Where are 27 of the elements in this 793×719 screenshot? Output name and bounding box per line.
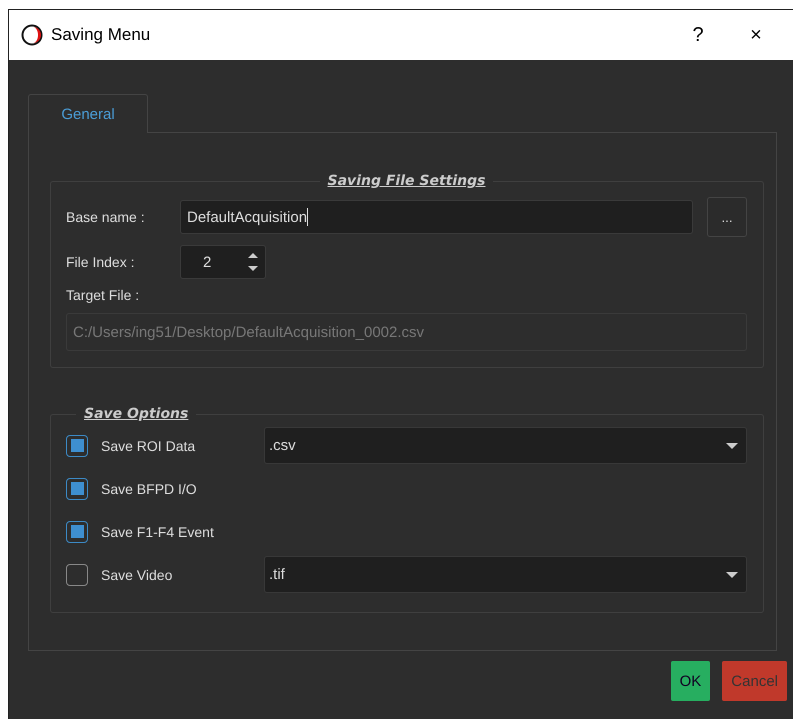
field-label: Target File : xyxy=(66,287,140,303)
app-logo-icon xyxy=(21,24,43,46)
ok-button[interactable]: OK xyxy=(670,661,710,701)
browse-button[interactable]: ... xyxy=(707,197,747,237)
checkbox[interactable] xyxy=(66,478,88,500)
checkbox-label[interactable]: Save Video xyxy=(101,566,264,582)
checkbox-label[interactable]: Save BFPD I/O xyxy=(101,480,264,496)
checkbox[interactable] xyxy=(66,564,88,586)
checkbox[interactable] xyxy=(66,434,88,456)
format-dropdown[interactable]: .csv xyxy=(264,427,747,464)
tab[interactable]: General xyxy=(28,94,148,133)
field-label: File Index : xyxy=(66,254,136,270)
format-dropdown[interactable]: .tif xyxy=(264,556,747,593)
help-button[interactable]: ? xyxy=(673,24,723,46)
group-title: Saving File Settings xyxy=(326,173,486,189)
base-name-field[interactable]: DefaultAcquisition xyxy=(180,200,693,234)
checkbox-label[interactable]: Save ROI Data xyxy=(101,438,264,454)
window-title: Saving Menu xyxy=(51,25,152,45)
field-label: Base name : xyxy=(66,209,146,225)
close-button[interactable]: × xyxy=(731,24,781,46)
group-title: Save Options xyxy=(83,406,190,422)
file-index-spinbox[interactable]: 2 xyxy=(180,245,266,279)
dropdown-arrow-icon xyxy=(726,442,738,448)
spin-arrows-icon[interactable] xyxy=(247,251,259,273)
checkbox[interactable] xyxy=(66,520,88,542)
dropdown-arrow-icon xyxy=(726,572,738,578)
checkbox-label[interactable]: Save F1-F4 Event xyxy=(101,524,264,540)
